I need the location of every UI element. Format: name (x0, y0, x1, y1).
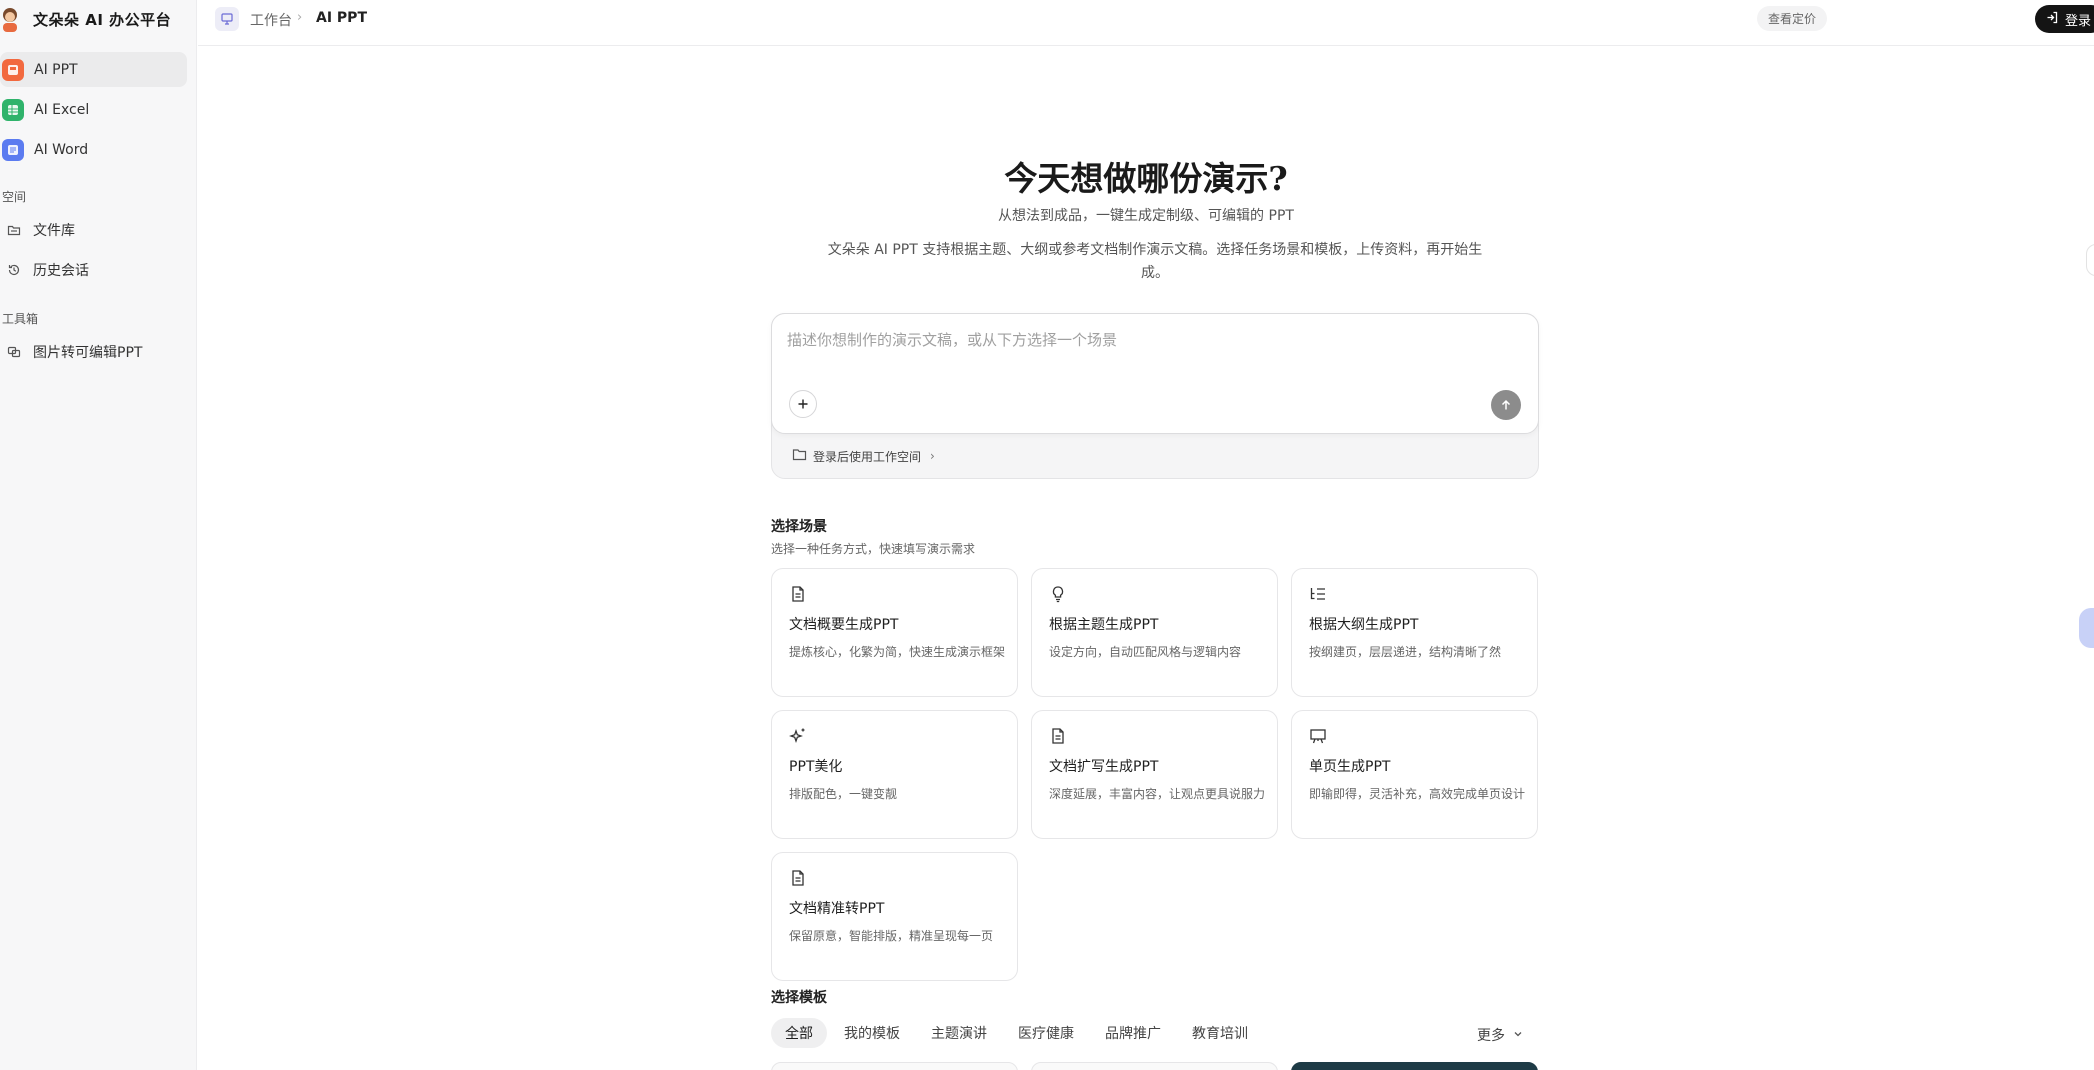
scene-card-desc: 排版配色，一键变靓 (789, 787, 898, 801)
history-icon (6, 262, 22, 278)
sidebar-item-ai-excel[interactable]: AI Excel (0, 92, 187, 127)
sidebar-item-label: 历史会话 (33, 263, 89, 279)
brand-name: 文朵朵 AI 办公平台 (33, 10, 172, 29)
sidebar-item-ai-ppt[interactable]: AI PPT (0, 52, 187, 87)
pricing-button[interactable]: 查看定价 (1757, 6, 1827, 31)
hero-description: 文朵朵 AI PPT 支持根据主题、大纲或参考文档制作演示文稿。选择任务场景和模… (827, 242, 1483, 281)
presentation-icon (1309, 727, 1327, 745)
lightbulb-icon (1049, 585, 1067, 603)
excel-app-icon (2, 98, 24, 121)
template-thumbnail[interactable] (1031, 1062, 1278, 1070)
sidebar-item-label: AI Excel (34, 101, 90, 118)
scene-card-desc: 深度延展，丰富内容，让观点更具说服力 (1049, 787, 1266, 801)
scene-card-outline[interactable]: 根据大纲生成PPT 按纲建页，层层递进，结构清晰了然 (1291, 568, 1538, 697)
scene-card-title: 文档精准转PPT (789, 901, 885, 917)
prompt-input[interactable] (787, 328, 1517, 352)
document-icon (1049, 727, 1067, 745)
tab-healthcare[interactable]: 医疗健康 (1004, 1018, 1088, 1048)
template-thumbnail[interactable] (771, 1062, 1018, 1070)
tab-keynote[interactable]: 主题演讲 (917, 1018, 1001, 1048)
ppt-app-icon (2, 58, 24, 81)
breadcrumb-chevron-icon: › (297, 10, 303, 25)
login-icon (2046, 11, 2059, 28)
sidebar-item-history[interactable]: 历史会话 (0, 254, 187, 286)
more-label: 更多 (1477, 1028, 1505, 1044)
scene-card-doc-expand[interactable]: 文档扩写生成PPT 深度延展，丰富内容，让观点更具说服力 (1031, 710, 1278, 839)
login-label: 登录 (2065, 13, 2092, 29)
scene-card-title: 根据大纲生成PPT (1309, 617, 1419, 633)
sidebar-item-file-library[interactable]: 文件库 (0, 214, 187, 246)
sidebar-item-label: AI Word (34, 141, 89, 158)
scene-card-title: 文档概要生成PPT (789, 617, 899, 633)
scenes-title: 选择场景 (771, 519, 827, 535)
scene-card-single-page[interactable]: 单页生成PPT 即输即得，灵活补充，高效完成单页设计 (1291, 710, 1538, 839)
templates-title: 选择模板 (771, 990, 827, 1006)
login-button[interactable]: 登录 (2035, 5, 2094, 33)
space-section-label: 空间 (2, 190, 27, 204)
workspace-link-label: 登录后使用工作空间 (813, 449, 922, 464)
breadcrumb-current: AI PPT (316, 10, 367, 26)
chevron-down-icon (1513, 1027, 1523, 1043)
scene-card-doc-summary[interactable]: 文档概要生成PPT 提炼核心，化繁为简，快速生成演示框架 (771, 568, 1018, 697)
sidebar-item-label: AI PPT (34, 61, 78, 78)
word-app-icon (2, 138, 24, 161)
workspace-link[interactable]: 登录后使用工作空间 › (792, 445, 935, 467)
tab-brand[interactable]: 品牌推广 (1091, 1018, 1175, 1048)
composer-box (771, 313, 1539, 434)
more-templates-button[interactable]: 更多 (1477, 1025, 1523, 1045)
tools-section-label: 工具箱 (2, 312, 39, 326)
scenes-hint: 选择一种任务方式，快速填写演示需求 (771, 542, 976, 556)
template-thumbnail[interactable] (1291, 1062, 1538, 1070)
scene-card-desc: 提炼核心，化繁为简，快速生成演示框架 (789, 645, 1006, 659)
sidebar: 文朵朵 AI 办公平台 AI PPT AI Excel AI Word 空间 文… (0, 0, 197, 1070)
scene-card-desc: 即输即得，灵活补充，高效完成单页设计 (1309, 787, 1526, 801)
document-icon (789, 585, 807, 603)
scene-card-topic[interactable]: 根据主题生成PPT 设定方向，自动匹配风格与逻辑内容 (1031, 568, 1278, 697)
sidebar-item-label: 图片转可编辑PPT (33, 345, 143, 361)
tab-my-templates[interactable]: 我的模板 (830, 1018, 914, 1048)
scene-card-desc: 设定方向，自动匹配风格与逻辑内容 (1049, 645, 1242, 659)
scene-card-beautify[interactable]: PPT美化 排版配色，一键变靓 (771, 710, 1018, 839)
plus-icon (797, 395, 809, 414)
tab-all[interactable]: 全部 (771, 1018, 827, 1048)
template-tabs: 全部 我的模板 主题演讲 医疗健康 品牌推广 教育培训 (771, 1018, 1265, 1048)
sidebar-item-label: 文件库 (33, 223, 75, 239)
hero-subtitle: 从想法到成品，一键生成定制级、可编辑的 PPT (998, 208, 1294, 224)
top-bar: 工作台 › AI PPT 查看定价 登录 (198, 0, 2094, 46)
sidebar-item-ai-word[interactable]: AI Word (0, 132, 187, 167)
hero-title: 今天想做哪份演示? (1004, 159, 1288, 198)
sidebar-item-image-to-ppt[interactable]: 图片转可编辑PPT (0, 336, 187, 368)
chevron-right-icon: › (930, 449, 935, 463)
outline-list-icon (1309, 585, 1327, 603)
presentation-icon (215, 7, 239, 31)
scene-card-title: 单页生成PPT (1309, 759, 1391, 775)
scene-card-doc-precise[interactable]: 文档精准转PPT 保留原意，智能排版，精准呈现每一页 (771, 852, 1018, 981)
scene-card-title: 根据主题生成PPT (1049, 617, 1159, 633)
brand-avatar-icon (0, 6, 20, 32)
folder-icon (6, 222, 22, 238)
image-convert-icon (6, 344, 22, 360)
arrow-up-icon (1500, 396, 1512, 415)
tab-education[interactable]: 教育培训 (1178, 1018, 1262, 1048)
scene-card-desc: 保留原意，智能排版，精准呈现每一页 (789, 929, 994, 943)
scene-card-title: PPT美化 (789, 759, 843, 775)
send-button[interactable] (1491, 390, 1521, 420)
document-icon (789, 869, 807, 887)
attach-button[interactable] (789, 390, 817, 418)
sparkles-icon (789, 727, 807, 745)
floating-assistant-button[interactable] (2079, 608, 2094, 648)
scene-card-title: 文档扩写生成PPT (1049, 759, 1159, 775)
brand[interactable]: 文朵朵 AI 办公平台 (0, 6, 171, 32)
breadcrumb-workbench[interactable]: 工作台 (250, 10, 292, 30)
scene-card-desc: 按纲建页，层层递进，结构清晰了然 (1309, 645, 1502, 659)
edge-handle[interactable] (2086, 244, 2094, 276)
folder-icon (792, 448, 807, 464)
